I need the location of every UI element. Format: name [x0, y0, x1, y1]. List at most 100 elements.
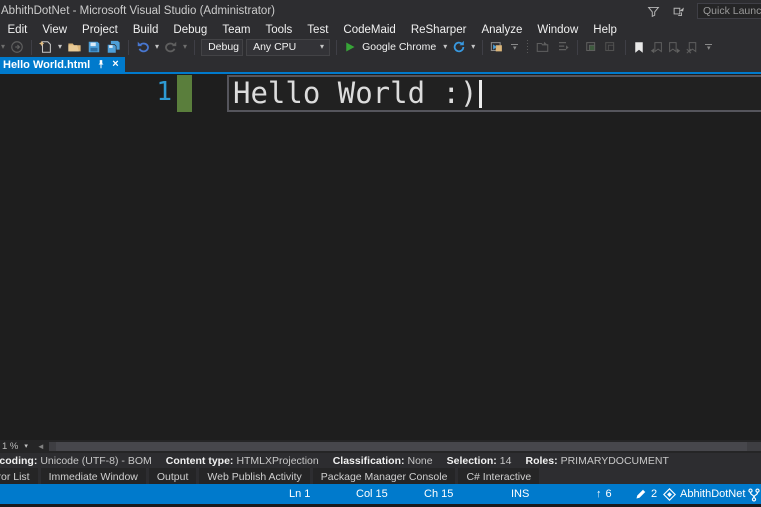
horizontal-scrollbar[interactable]: [49, 442, 761, 451]
uncomment-selection-icon[interactable]: [603, 38, 619, 56]
text-cursor: [479, 80, 482, 108]
toolbar-drag-handle[interactable]: [525, 40, 529, 55]
panel-tabs-wrap: Error ListImmediate WindowOutputWeb Publ…: [0, 468, 761, 484]
status-insert-mode[interactable]: INS: [511, 488, 529, 500]
open-folder-icon[interactable]: [66, 38, 83, 56]
redo-icon[interactable]: [163, 38, 179, 56]
panel-tab-c#-interactive[interactable]: C# Interactive: [458, 468, 539, 484]
code-editor[interactable]: 1 Hello World :): [0, 72, 761, 440]
document-info-bar-wrap: Encoding:Unicode (UTF-8) - BOM Content ty…: [0, 453, 761, 468]
outgoing-commits-button[interactable]: ↑ 6: [596, 488, 612, 500]
info-label: Encoding:: [0, 455, 37, 467]
info-content-type: Content type:HTMLXProjection: [166, 455, 319, 467]
panel-tab-web-publish-activity[interactable]: Web Publish Activity: [199, 468, 309, 484]
send-feedback-icon[interactable]: [671, 3, 687, 19]
info-value: None: [408, 455, 433, 467]
configuration-value: Debug: [208, 41, 239, 53]
vs-window: AbhithDotNet - Microsoft Visual Studio (…: [0, 0, 761, 507]
solution-platform-dropdown[interactable]: Any CPU ▾: [246, 39, 330, 56]
zoom-value: 1 %: [2, 441, 18, 452]
pencil-icon: [635, 488, 647, 500]
info-value: HTMLXProjection: [236, 455, 318, 467]
pending-changes-count: 2: [651, 488, 657, 500]
browser-link-dropdown-icon[interactable]: ▾: [470, 43, 476, 51]
chevron-down-icon: ▾: [23, 443, 29, 450]
start-debugging-icon[interactable]: [343, 38, 357, 56]
branch-icon[interactable]: [747, 488, 761, 502]
scrollbar-thumb[interactable]: [56, 442, 747, 451]
comment-selection-icon[interactable]: [584, 38, 600, 56]
info-value: PRIMARYDOCUMENT: [561, 455, 669, 467]
info-label: Content type:: [166, 455, 234, 467]
run-target-label[interactable]: Google Chrome: [362, 41, 436, 53]
close-icon[interactable]: ×: [112, 59, 118, 70]
menu-item-codemaid[interactable]: CodeMaid: [336, 24, 403, 36]
notifications-filter-icon[interactable]: [645, 3, 661, 19]
navigate-forward-icon[interactable]: [9, 38, 25, 56]
info-selection: Selection:14: [447, 455, 512, 467]
toolbar-options-icon[interactable]: ▾: [511, 44, 518, 50]
clear-bookmarks-icon[interactable]: [685, 38, 700, 56]
toolbar-separator: [625, 40, 626, 55]
panel-tab-output[interactable]: Output: [149, 468, 197, 484]
browse-with-icon[interactable]: [489, 38, 506, 56]
source-control-icon: [663, 488, 676, 501]
status-column[interactable]: Col 15: [356, 488, 388, 500]
toolbar-overflow-icon[interactable]: ▾: [705, 44, 712, 50]
panel-tab-immediate-window[interactable]: Immediate Window: [41, 468, 146, 484]
previous-bookmark-icon[interactable]: [649, 38, 664, 56]
menu-item-build[interactable]: Build: [125, 24, 166, 36]
save-all-icon[interactable]: [105, 38, 122, 56]
toggle-bookmark-icon[interactable]: [632, 38, 646, 56]
toolbar-separator: [336, 40, 337, 55]
panel-tab-error-list[interactable]: Error List: [0, 468, 38, 484]
menu-item-view[interactable]: View: [35, 24, 75, 36]
status-bar: Ln 1 Col 15 Ch 15 INS ↑ 6 2 AbhithDotNet: [0, 484, 761, 504]
window-title: AbhithDotNet - Microsoft Visual Studio (…: [1, 5, 275, 17]
menu-item-window[interactable]: Window: [530, 24, 586, 36]
info-encoding: Encoding:Unicode (UTF-8) - BOM: [0, 455, 152, 467]
toolbar-separator: [31, 40, 32, 55]
menu-item-help[interactable]: Help: [586, 24, 625, 36]
menu-item-edit[interactable]: Edit: [0, 24, 35, 36]
undo-icon[interactable]: [135, 38, 151, 56]
standard-toolbar: ▾ ▾ ▾ ▾ Debug ▾ Any C: [0, 37, 761, 57]
tab-hello-world-html[interactable]: Hello World.html ×: [0, 57, 125, 72]
current-line-highlight: Hello World :): [227, 75, 761, 112]
menu-item-team[interactable]: Team: [215, 24, 258, 36]
quick-launch-text: Quick Launch (Ctrl+Q): [703, 5, 761, 17]
menu-item-test[interactable]: Test: [300, 24, 336, 36]
code-text: Hello World :): [233, 79, 477, 108]
solution-configuration-dropdown[interactable]: Debug ▾: [201, 39, 243, 56]
menu-item-tools[interactable]: Tools: [258, 24, 300, 36]
save-icon[interactable]: [86, 38, 102, 56]
editor-zoom-dropdown[interactable]: 1 % ▾: [0, 440, 33, 453]
status-character[interactable]: Ch 15: [424, 488, 453, 500]
new-file-icon[interactable]: [38, 38, 54, 56]
menu-item-resharper[interactable]: ReSharper: [403, 24, 474, 36]
quick-launch-box[interactable]: Quick Launch (Ctrl+Q): [697, 3, 761, 19]
pin-icon[interactable]: [96, 59, 106, 70]
next-bookmark-icon[interactable]: [667, 38, 682, 56]
menu-item-project[interactable]: Project: [75, 24, 126, 36]
panel-tab-package-manager-console[interactable]: Package Manager Console: [313, 468, 456, 484]
info-value: 14: [500, 455, 512, 467]
info-classification: Classification:None: [333, 455, 433, 467]
keep-tab-open-icon[interactable]: [534, 38, 551, 56]
undo-dropdown-icon[interactable]: ▾: [154, 43, 160, 51]
menu-item-analyze[interactable]: Analyze: [474, 24, 530, 36]
chevron-down-icon: ▾: [319, 43, 325, 51]
menu-item-debug[interactable]: Debug: [166, 24, 215, 36]
repository-button[interactable]: AbhithDotNet: [663, 488, 745, 501]
navigate-to-definition-icon[interactable]: [554, 38, 571, 56]
pending-changes-button[interactable]: 2: [635, 488, 657, 500]
browser-link-refresh-icon[interactable]: [451, 38, 467, 56]
scroll-left-icon[interactable]: ◄: [33, 443, 49, 451]
menu-bar: EditViewProjectBuildDebugTeamToolsTestCo…: [0, 22, 761, 37]
repository-name: AbhithDotNet: [680, 488, 745, 500]
new-file-dropdown-icon[interactable]: ▾: [57, 43, 63, 51]
run-target-dropdown-icon[interactable]: ▾: [442, 43, 448, 51]
status-line[interactable]: Ln 1: [289, 488, 310, 500]
navigate-backward-dropdown-icon[interactable]: ▾: [0, 43, 6, 51]
redo-dropdown-icon[interactable]: ▾: [182, 43, 188, 51]
